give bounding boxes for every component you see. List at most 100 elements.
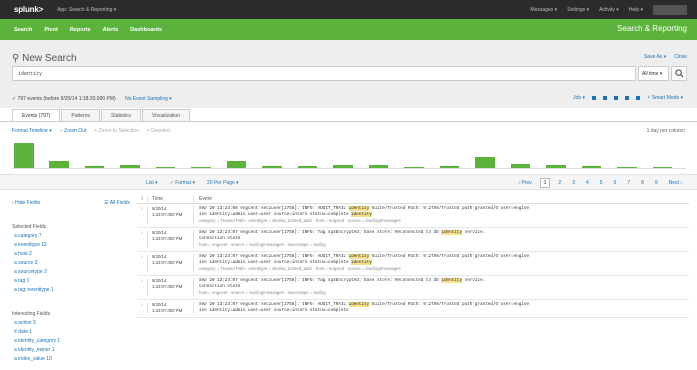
selected-field-item[interactable]: a eventtype 12 xyxy=(14,242,130,248)
expand-row-icon[interactable]: › xyxy=(137,206,147,224)
stop-icon[interactable] xyxy=(602,96,607,100)
timeline-bar[interactable] xyxy=(226,161,247,168)
pause-icon[interactable] xyxy=(591,96,596,100)
expand-row-icon[interactable]: › xyxy=(137,254,147,272)
format-timeline-dropdown[interactable]: Format Timeline ▾ xyxy=(12,128,52,134)
page-button[interactable]: 5 xyxy=(597,179,606,187)
settings-menu[interactable]: Settings ▾ xyxy=(567,7,589,13)
search-term-highlight[interactable]: identity xyxy=(348,254,370,259)
save-as-button[interactable]: Save As ▾ xyxy=(644,54,666,60)
selected-field-item[interactable]: a sourcetype 3 xyxy=(14,269,130,275)
event-text: Sep 20 13:23:08 engcent sec1user[2758]: … xyxy=(199,206,349,211)
page-button[interactable]: 8 xyxy=(638,179,647,187)
search-term-highlight[interactable]: identity xyxy=(441,278,463,283)
event-fields[interactable]: host = engcent · source = /var/log/messa… xyxy=(199,242,689,248)
interesting-field-item[interactable]: a identity_owner 1 xyxy=(14,347,130,353)
tab-events[interactable]: Events (797) xyxy=(12,109,61,121)
per-page-dropdown[interactable]: 20 Per Page ▾ xyxy=(207,180,239,186)
search-term-highlight[interactable]: identity xyxy=(348,206,370,211)
timeline-bar[interactable] xyxy=(14,143,34,168)
app-switcher[interactable]: App: Search & Reporting ▾ xyxy=(57,7,116,13)
selected-field-item[interactable]: a tag 1 xyxy=(14,278,130,284)
event-raw[interactable]: Sep 20 13:23:07 engcent sec1user[2758]: … xyxy=(193,254,689,272)
nav-dashboards[interactable]: Dashboards xyxy=(130,27,162,33)
activity-menu[interactable]: Activity ▾ xyxy=(599,7,619,13)
search-term-highlight[interactable]: identity xyxy=(351,260,372,265)
selected-field-item[interactable]: a category 7 xyxy=(14,233,130,239)
nav-search[interactable]: Search xyxy=(14,27,32,33)
search-input[interactable]: identity xyxy=(12,66,636,81)
page-button[interactable]: 9 xyxy=(652,179,661,187)
job-menu[interactable]: Job ▾ xyxy=(573,95,585,101)
event-sampling-dropdown[interactable]: No Event Sampling ▾ xyxy=(125,96,172,102)
event-raw[interactable]: Sep 20 13:23:07 engcent sec1user[2758]: … xyxy=(193,230,689,248)
timeline-bar[interactable] xyxy=(475,156,495,168)
search-mode-dropdown[interactable]: ⚡ Smart Mode ▾ xyxy=(647,95,683,101)
event-time: 9/20/14 1:23:07.000 PM xyxy=(147,302,193,314)
event-fields[interactable]: host = engcent · source = /var/log/messa… xyxy=(199,290,689,296)
expand-row-icon[interactable]: › xyxy=(137,302,147,314)
table-row: › 9/20/14 1:23:07.000 PM Sep 20 13:23:07 en… xyxy=(137,300,689,318)
event-text: ise identity=admin user=user source=inte… xyxy=(199,308,349,313)
page-title: ⚲ New Search xyxy=(12,53,77,64)
expand-row-icon[interactable]: › xyxy=(137,230,147,248)
share-icon[interactable] xyxy=(613,96,618,100)
interesting-field-item[interactable]: # date 1 xyxy=(14,329,130,335)
splunk-logo[interactable]: splunk> xyxy=(14,5,43,14)
info-column-header: i xyxy=(141,195,143,202)
event-timeline[interactable] xyxy=(12,140,686,168)
list-dropdown[interactable]: List ▾ xyxy=(146,180,158,186)
time-range-picker[interactable]: All time ▾ xyxy=(638,66,669,81)
nav-pivot[interactable]: Pivot xyxy=(44,27,57,33)
selected-fields-list: a category 7 a eventtype 12 a host 2 a sour… xyxy=(12,233,130,293)
timeline-scale-label: 1 day per column xyxy=(646,128,685,134)
selected-field-item[interactable]: a tag::eventtype 1 xyxy=(14,287,130,293)
print-icon[interactable] xyxy=(635,96,640,100)
page-button[interactable]: 1 xyxy=(539,178,551,188)
time-column-header[interactable]: Time xyxy=(147,195,193,202)
selected-field-item[interactable]: a host 2 xyxy=(14,251,130,257)
tab-patterns[interactable]: Patterns xyxy=(61,109,100,121)
search-term-highlight[interactable]: identity xyxy=(351,212,372,217)
interesting-field-item[interactable]: a index_value 10 xyxy=(14,356,130,362)
deselect-button[interactable]: × Deselect xyxy=(147,128,171,134)
interesting-field-item[interactable]: a action 3 xyxy=(14,320,130,326)
page-button[interactable]: 6 xyxy=(611,179,620,187)
event-text: connection state xyxy=(199,236,241,241)
event-fields[interactable]: category = Trusted Path · eventtype = id… xyxy=(199,218,689,224)
nav-reports[interactable]: Reports xyxy=(70,27,91,33)
search-status: ✓ 797 events (before 9/20/14 1:18:20.000… xyxy=(12,96,172,102)
event-fields[interactable]: category = Trusted Path · eventtype = id… xyxy=(199,266,689,272)
timeline-bar[interactable] xyxy=(49,161,69,168)
help-menu[interactable]: Help ▾ xyxy=(629,7,643,13)
format-dropdown[interactable]: ✓ Format ▾ xyxy=(170,180,195,186)
event-raw[interactable]: Sep 20 13:23:08 engcent sec1user[2758]: … xyxy=(193,206,689,224)
all-fields-button[interactable]: ☰ All Fields xyxy=(104,200,130,206)
event-raw[interactable]: Sep 20 13:23:07 engcent sec1user[2758]: … xyxy=(193,302,689,314)
event-text: service. xyxy=(462,278,486,283)
event-raw[interactable]: Sep 20 13:23:07 engcent sec1user[2758]: … xyxy=(193,278,689,296)
close-button[interactable]: Close xyxy=(674,54,687,60)
next-page-button[interactable]: Next › xyxy=(666,179,685,187)
nav-alerts[interactable]: Alerts xyxy=(103,27,119,33)
page-button[interactable]: 2 xyxy=(555,179,564,187)
hide-fields-button[interactable]: ‹ Hide Fields xyxy=(12,200,40,206)
tab-visualization[interactable]: Visualization xyxy=(142,109,190,121)
expand-row-icon[interactable]: › xyxy=(137,278,147,296)
interesting-field-item[interactable]: a identity_category 1 xyxy=(14,338,130,344)
app-bar: Search Pivot Reports Alerts Dashboards S… xyxy=(0,19,697,40)
tab-statistics[interactable]: Statistics xyxy=(100,109,141,121)
messages-menu[interactable]: Messages ▾ xyxy=(530,7,557,13)
search-button[interactable] xyxy=(671,66,687,81)
zoom-selection-button[interactable]: + Zoom to Selection xyxy=(94,128,139,134)
zoom-out-button[interactable]: − Zoom Out xyxy=(60,128,87,134)
page-button[interactable]: 7 xyxy=(624,179,633,187)
search-term-highlight[interactable]: identity xyxy=(348,302,370,307)
page-button[interactable]: 3 xyxy=(569,179,578,187)
search-term-highlight[interactable]: identity xyxy=(441,230,463,235)
selected-field-item[interactable]: a source 3 xyxy=(14,260,130,266)
page-button[interactable]: 4 xyxy=(583,179,592,187)
find-input[interactable] xyxy=(653,4,687,15)
export-icon[interactable] xyxy=(624,96,629,100)
prev-page-button[interactable]: ‹ Prev xyxy=(515,179,534,187)
